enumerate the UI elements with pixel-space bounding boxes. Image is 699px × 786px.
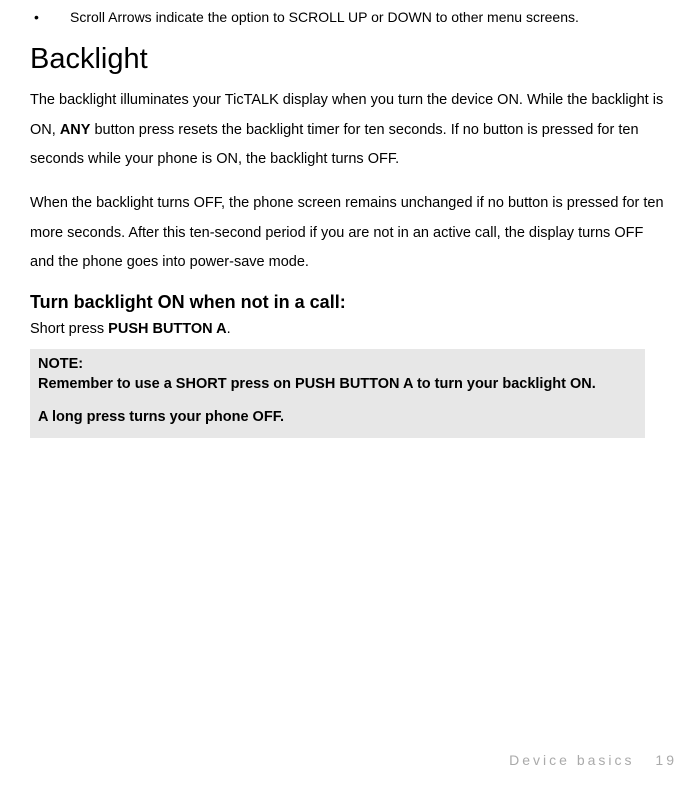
note-line-2: A long press turns your phone OFF. bbox=[38, 408, 637, 428]
note-label: NOTE: bbox=[38, 355, 637, 375]
para1-bold: ANY bbox=[60, 122, 91, 138]
paragraph-1: The backlight illuminates your TicTALK d… bbox=[30, 86, 669, 175]
page-footer: Device basics 19 bbox=[509, 752, 677, 768]
bullet-text: Scroll Arrows indicate the option to SCR… bbox=[70, 8, 669, 27]
subsection-heading: Turn backlight ON when not in a call: bbox=[30, 292, 669, 313]
instruction-post: . bbox=[227, 321, 231, 337]
bullet-item: • Scroll Arrows indicate the option to S… bbox=[30, 8, 669, 27]
para1-post: button press resets the backlight timer … bbox=[30, 122, 639, 168]
footer-page-number: 19 bbox=[655, 752, 677, 768]
bullet-list: • Scroll Arrows indicate the option to S… bbox=[30, 8, 669, 27]
note-box: NOTE: Remember to use a SHORT press on P… bbox=[30, 349, 645, 438]
bullet-icon: • bbox=[30, 8, 70, 27]
paragraph-2: When the backlight turns OFF, the phone … bbox=[30, 189, 669, 278]
instruction-line: Short press PUSH BUTTON A. bbox=[30, 321, 669, 337]
note-line-1: Remember to use a SHORT press on PUSH BU… bbox=[38, 375, 637, 395]
section-heading-backlight: Backlight bbox=[30, 43, 669, 76]
instruction-bold: PUSH BUTTON A bbox=[108, 321, 226, 337]
instruction-pre: Short press bbox=[30, 321, 108, 337]
footer-section-name: Device basics bbox=[509, 752, 634, 768]
